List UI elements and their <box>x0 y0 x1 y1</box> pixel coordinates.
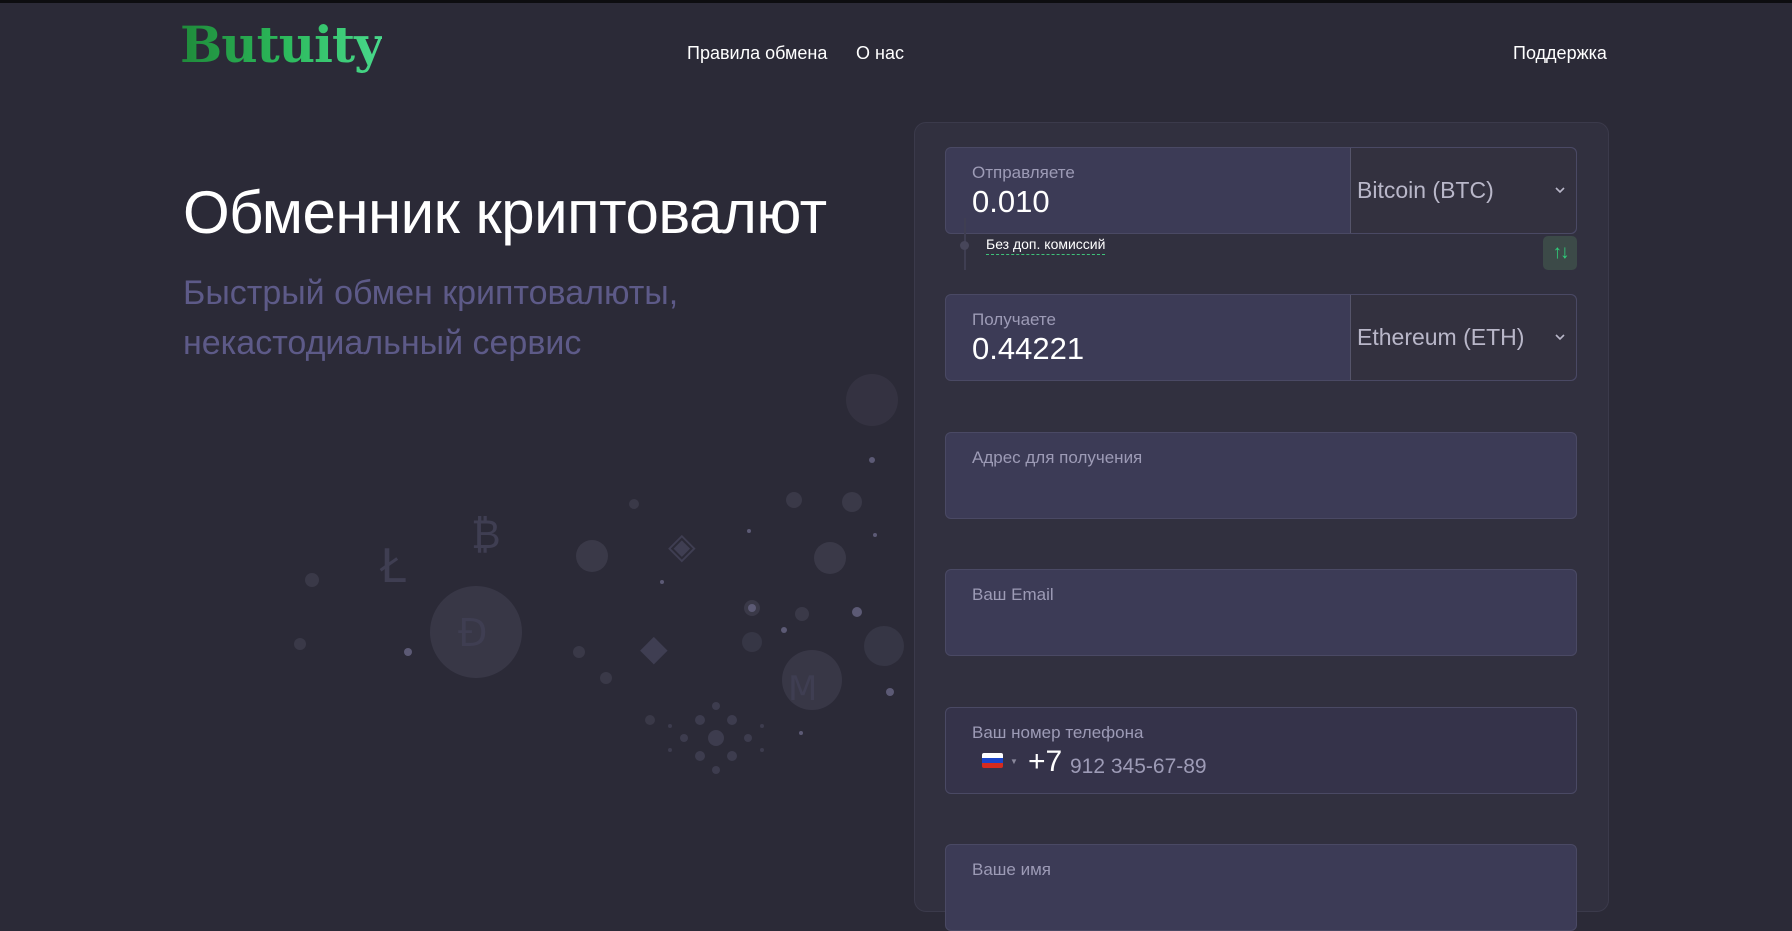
address-label: Адрес для получения <box>972 448 1143 467</box>
hero-subtitle-line-1: Быстрый обмен криптовалюты, <box>183 274 679 312</box>
receive-amount-input[interactable]: 0.44221 <box>972 331 1084 367</box>
hero-subtitle: Быстрый обмен криптовалюты, некастодиаль… <box>183 268 803 368</box>
crypto-coins-background: Ł ₿ ◈ ◆ M Ð <box>294 374 904 774</box>
svg-text:Ð: Ð <box>458 611 487 655</box>
flag-dropdown-icon[interactable]: ▼ <box>1010 757 1018 766</box>
phone-label: Ваш номер телефона <box>972 723 1144 742</box>
phone-country-code: +7 <box>1028 745 1063 778</box>
phone-field[interactable]: Ваш номер телефона ▼ +7 912 345-67-89 <box>945 707 1577 794</box>
phone-number-input[interactable]: 912 345-67-89 <box>1070 755 1207 779</box>
swap-arrows-icon: ↑↓ <box>1552 242 1570 263</box>
send-currency-value: Bitcoin (BTC) <box>1357 177 1494 203</box>
nav-link-about[interactable]: О нас <box>856 43 904 64</box>
receive-currency-select[interactable]: Ethereum (ETH) <box>1350 295 1576 380</box>
svg-text:M: M <box>788 669 817 709</box>
svg-text:₿: ₿ <box>471 512 501 558</box>
svg-text:◈: ◈ <box>668 526 696 567</box>
hero-title: Обменник криптовалют <box>183 179 827 246</box>
email-field[interactable]: Ваш Email <box>945 569 1577 656</box>
name-field[interactable]: Ваше имя <box>945 844 1577 931</box>
swap-currencies-button[interactable]: ↑↓ <box>1543 236 1577 270</box>
receive-label: Получаете <box>972 310 1056 329</box>
send-amount-input[interactable]: 0.010 <box>972 184 1050 220</box>
receiving-address-field[interactable]: Адрес для получения <box>945 432 1577 519</box>
russia-flag-icon[interactable] <box>982 753 1003 768</box>
name-label: Ваше имя <box>972 860 1051 879</box>
logo[interactable]: Butuity <box>180 15 383 74</box>
chevron-down-icon <box>1555 334 1565 341</box>
send-label: Отправляете <box>972 163 1075 182</box>
fee-row: Без доп. комиссий ↑↓ <box>945 218 1577 270</box>
email-label: Ваш Email <box>972 585 1054 604</box>
svg-text:Ł: Ł <box>379 539 406 593</box>
receive-currency-value: Ethereum (ETH) <box>1357 324 1525 350</box>
connector-dot <box>960 241 969 250</box>
chevron-down-icon <box>1555 187 1565 194</box>
site-header: Butuity Правила обмена О нас Поддержка <box>0 3 1792 98</box>
exchange-form: Отправляете 0.010 Bitcoin (BTC) Без доп.… <box>914 122 1609 931</box>
no-fee-note[interactable]: Без доп. комиссий <box>986 236 1106 255</box>
nav-link-exchange-rules[interactable]: Правила обмена <box>687 43 827 64</box>
nav-link-support[interactable]: Поддержка <box>1513 43 1607 64</box>
receive-amount-field[interactable]: Получаете 0.44221 Ethereum (ETH) <box>945 294 1577 381</box>
svg-text:◆: ◆ <box>640 628 668 669</box>
